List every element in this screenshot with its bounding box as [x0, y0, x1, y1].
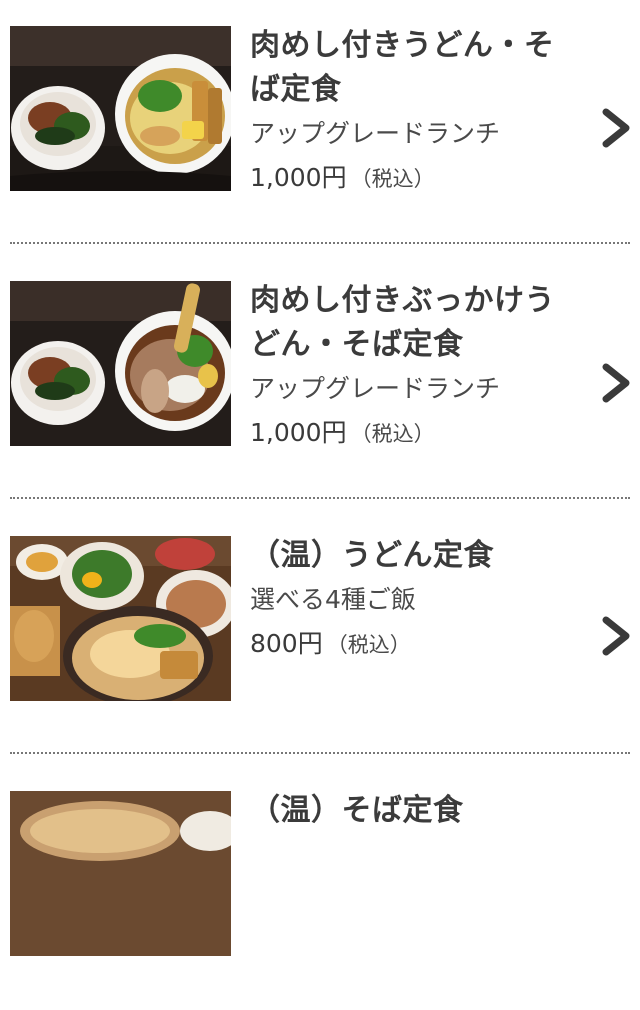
warm-soba-set-photo[interactable]	[10, 791, 231, 956]
warm-udon-set-photo[interactable]	[10, 536, 231, 701]
menu-item-info: 肉めし付きうどん・そ ば定食 アップグレードランチ 1,000円 （税込）	[250, 24, 580, 199]
tax-note: （税込）	[326, 633, 411, 657]
divider	[10, 242, 630, 244]
udon-set-photo[interactable]	[10, 26, 231, 191]
menu-item-subtitle: 選べる4種ご飯	[250, 585, 416, 614]
price-value: 1,000円	[250, 163, 347, 192]
tax-note: （税込）	[350, 422, 435, 446]
price-value: 1,000円	[250, 418, 347, 447]
chevron-right-icon[interactable]	[598, 108, 634, 148]
menu-item-title: （温）そば定食	[250, 793, 464, 828]
menu-item-title: （温）うどん定食	[250, 538, 494, 573]
menu-item-price: 800円 （税込）	[250, 624, 580, 665]
chevron-right-icon[interactable]	[598, 363, 634, 403]
divider	[10, 752, 630, 754]
menu-item-info: （温）うどん定食 選べる4種ご飯 800円 （税込）	[250, 534, 580, 665]
chevron-right-icon[interactable]	[598, 616, 634, 656]
menu-item-subtitle: アップグレードランチ	[250, 119, 501, 148]
divider	[10, 497, 630, 499]
menu-item-price: 1,000円 （税込）	[250, 413, 580, 454]
menu-item-nikumeshi-udon-soba[interactable]: 肉めし付きうどん・そ ば定食 アップグレードランチ 1,000円 （税込）	[0, 0, 640, 245]
menu-item-title: 肉めし付きぶっかけう どん・そば定食	[250, 283, 555, 362]
menu-item-warm-soba-set[interactable]: （温）そば定食	[0, 765, 640, 1010]
price-value: 800円	[250, 629, 323, 658]
menu-item-warm-udon-set[interactable]: （温）うどん定食 選べる4種ご飯 800円 （税込）	[0, 510, 640, 755]
tax-note: （税込）	[350, 167, 435, 191]
menu-item-nikumeshi-bukkake[interactable]: 肉めし付きぶっかけう どん・そば定食 アップグレードランチ 1,000円 （税込）	[0, 255, 640, 500]
menu-item-price: 1,000円 （税込）	[250, 158, 580, 199]
menu-item-info: （温）そば定食	[250, 789, 580, 833]
menu-item-subtitle: アップグレードランチ	[250, 374, 501, 403]
menu-list: 肉めし付きうどん・そ ば定食 アップグレードランチ 1,000円 （税込） 肉め…	[0, 0, 640, 956]
menu-item-info: 肉めし付きぶっかけう どん・そば定食 アップグレードランチ 1,000円 （税込）	[250, 279, 580, 454]
bukkake-set-photo[interactable]	[10, 281, 231, 446]
menu-item-title: 肉めし付きうどん・そ ば定食	[250, 28, 555, 107]
